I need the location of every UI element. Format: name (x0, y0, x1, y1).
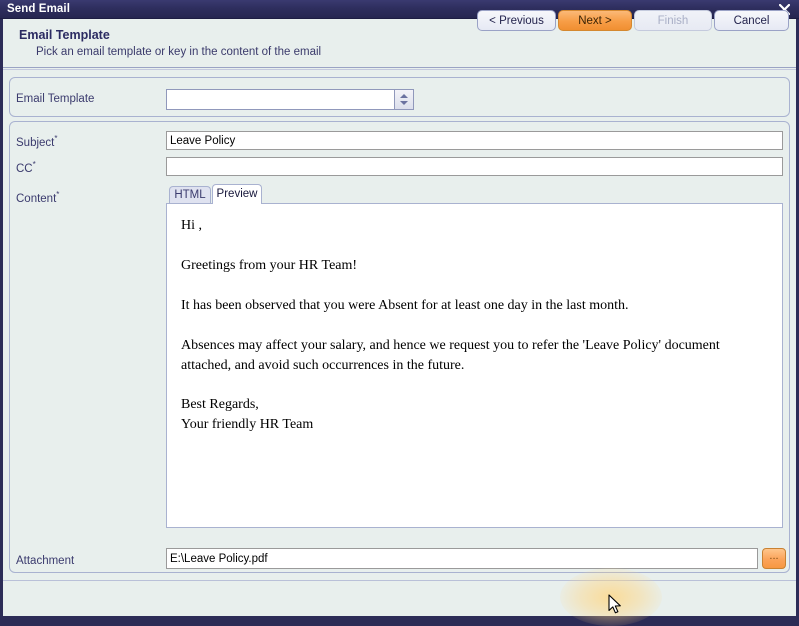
next-button[interactable]: Next > (558, 10, 632, 31)
tab-html[interactable]: HTML (169, 186, 211, 204)
send-email-window: Send Email Email Template Pick an email … (0, 0, 799, 626)
previous-button-label: < Previous (489, 15, 544, 27)
preview-paragraph: Hi , (181, 218, 202, 233)
subject-label-text: Subject (16, 136, 55, 149)
browse-attachment-button[interactable]: ... (762, 548, 786, 569)
page-title: Email Template (19, 28, 110, 42)
window-title: Send Email (7, 3, 70, 15)
finish-button: Finish (634, 10, 712, 31)
attachment-label: Attachment (16, 555, 75, 567)
cc-label-text: CC (16, 162, 33, 175)
cc-label: CC* (16, 160, 36, 175)
cc-required-mark: * (32, 160, 36, 169)
spinner-updown-icon[interactable] (394, 90, 413, 109)
content-preview-pane[interactable]: Hi , Greetings from your HR Team! It has… (166, 203, 783, 528)
preview-paragraph: Absences may affect your salary, and hen… (181, 337, 720, 373)
preview-paragraph: Best Regards, (181, 397, 259, 413)
content-label: Content* (16, 190, 59, 205)
email-template-combo[interactable] (166, 89, 414, 110)
tab-preview[interactable]: Preview (212, 184, 262, 204)
email-template-input[interactable] (167, 90, 395, 109)
cancel-button-label: Cancel (733, 15, 770, 27)
content-label-text: Content (16, 192, 57, 205)
subject-required-mark: * (54, 134, 58, 143)
preview-paragraph: Your friendly HR Team (181, 417, 314, 433)
attachment-input[interactable] (166, 548, 758, 569)
previous-button[interactable]: < Previous (477, 10, 556, 31)
next-button-label: Next > (578, 15, 612, 27)
page-subtitle: Pick an email template or key in the con… (36, 46, 322, 58)
subject-label: Subject* (16, 134, 57, 149)
email-template-label: Email Template (16, 93, 95, 105)
content-required-mark: * (56, 190, 60, 199)
preview-paragraph: Greetings from your HR Team! (181, 257, 358, 273)
cancel-button[interactable]: Cancel (714, 10, 789, 31)
footer-bar (3, 580, 796, 616)
subject-input[interactable] (166, 131, 783, 150)
cc-input[interactable] (166, 157, 783, 176)
preview-text: Hi , Greetings from your HR Team! It has… (181, 216, 772, 435)
preview-paragraph: It has been observed that you were Absen… (181, 297, 629, 313)
finish-button-label: Finish (657, 15, 689, 27)
